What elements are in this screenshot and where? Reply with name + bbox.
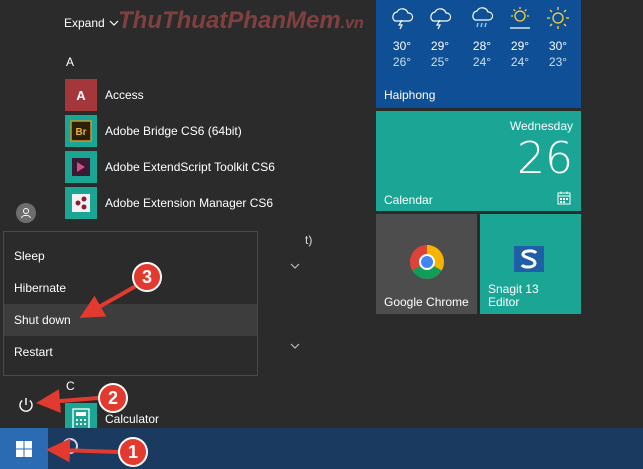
svg-text:A: A [76, 88, 86, 103]
expand-label: Expand [64, 16, 105, 30]
partly-sunny-icon [510, 7, 530, 29]
restart-menu-item[interactable]: Restart [4, 336, 257, 368]
expand-button[interactable]: Expand [64, 16, 119, 30]
power-button[interactable] [14, 393, 38, 417]
user-icon [21, 208, 31, 219]
section-letter-a[interactable]: A [66, 55, 74, 69]
section-letter-c[interactable]: C [66, 379, 75, 393]
weather-day: 30° 23° [544, 6, 572, 69]
google-chrome-tile[interactable]: Google Chrome [376, 214, 477, 314]
tile-label: Editor [488, 295, 520, 309]
app-label: Adobe Extension Manager CS6 [105, 196, 274, 210]
sleep-menu-item[interactable]: Sleep [4, 240, 257, 272]
chevron-down-icon[interactable] [290, 341, 300, 351]
tiles-area: 30° 26° 29° 25° 28° 24° 29° 24° 30° 23° … [372, 0, 643, 428]
extension-manager-icon [65, 187, 97, 219]
extendscript-icon [65, 151, 97, 183]
app-item-extendscript[interactable]: Adobe ExtendScript Toolkit CS6 [65, 151, 315, 183]
watermark-logo: ThuThuatPhanMem.vn [118, 7, 364, 34]
power-menu: Sleep Hibernate Shut down Restart [3, 231, 258, 376]
shut-down-menu-item[interactable]: Shut down [4, 304, 257, 336]
thunderstorm-icon [392, 8, 414, 30]
app-label: Calculator [105, 412, 160, 426]
taskbar [0, 428, 643, 469]
calendar-weekday: Wednesday [509, 119, 573, 133]
calendar-date: 26 [517, 133, 573, 184]
windows-logo-icon [16, 440, 32, 457]
calendar-tile[interactable]: Wednesday 26 Calendar [376, 111, 581, 211]
weather-day: 29° 25° [426, 6, 454, 69]
calculator-icon [65, 403, 97, 428]
weather-day: 29° 24° [506, 6, 534, 69]
app-label: Adobe Bridge CS6 (64bit) [105, 124, 242, 138]
app-item-adobe-bridge[interactable]: Br Adobe Bridge CS6 (64bit) [65, 115, 315, 147]
annotation-badge: 3 [132, 262, 162, 292]
start-button[interactable] [0, 428, 48, 469]
calendar-icon [557, 191, 571, 205]
annotation-badge: 1 [118, 437, 148, 467]
calendar-label: Calendar [384, 193, 433, 207]
user-avatar[interactable] [16, 203, 36, 223]
search-icon[interactable] [62, 438, 78, 454]
app-label: Adobe ExtendScript Toolkit CS6 [105, 160, 275, 174]
sunny-icon [547, 7, 569, 29]
bridge-icon: Br [65, 115, 97, 147]
chevron-down-icon[interactable] [290, 261, 300, 271]
hibernate-menu-item[interactable]: Hibernate [4, 272, 257, 304]
app-label: Access [105, 88, 144, 102]
annotation-badge: 2 [98, 383, 128, 413]
app-item-access[interactable]: A Access [65, 79, 315, 111]
weather-tile[interactable]: 30° 26° 29° 25° 28° 24° 29° 24° 30° 23° … [376, 0, 581, 108]
svg-text:Br: Br [75, 127, 86, 138]
snagit-icon [514, 246, 544, 272]
power-icon [19, 398, 33, 412]
rain-icon [472, 7, 494, 28]
thunderstorm-icon [430, 8, 452, 30]
truncated-app-label: t) [305, 233, 313, 247]
chrome-icon [410, 245, 444, 279]
access-icon: A [65, 79, 97, 111]
weather-day: 28° 24° [468, 6, 496, 69]
app-item-extension-manager[interactable]: Adobe Extension Manager CS6 [65, 187, 315, 219]
weather-city: Haiphong [384, 88, 436, 102]
weather-day: 30° 26° [388, 6, 416, 69]
snagit-editor-tile[interactable]: Snagit 13 Editor [480, 214, 581, 314]
tile-label: Google Chrome [384, 295, 469, 309]
